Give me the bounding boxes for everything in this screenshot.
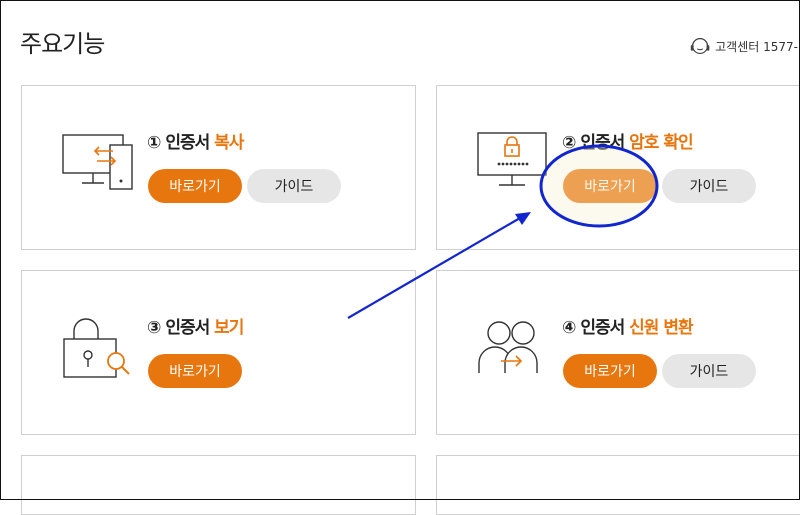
card-title-prefix: 인증서 [575,318,630,338]
customer-support[interactable]: 고객센터 1577- [688,33,798,59]
go-button-copy[interactable]: 바로가기 [148,169,242,203]
go-button-password-check[interactable]: 바로가기 [563,169,657,203]
computer-transfer-icon [62,134,133,190]
card-number: ① [147,133,161,153]
card-number: ② [562,133,576,153]
guide-button-password-check[interactable]: 가이드 [662,169,756,203]
support-label: 고객센터 1577- [715,39,798,54]
lock-search-icon [63,318,130,378]
feature-card-copy: ① 인증서 복사 바로가기 가이드 [21,85,416,250]
headset-icon [690,37,710,55]
guide-button-copy[interactable]: 가이드 [247,169,341,203]
card-title-accent: 복사 [214,133,244,153]
card-number: ③ [147,318,161,338]
feature-card-view: ③ 인증서 보기 바로가기 [21,270,416,435]
card-title-prefix: 인증서 [160,318,215,338]
users-transfer-icon [478,321,538,373]
card-title-accent: 암호 확인 [629,133,693,153]
card-title-prefix: 인증서 [160,133,215,153]
go-button-view[interactable]: 바로가기 [148,354,242,388]
page-title: 주요기능 [20,30,105,58]
card-title-prefix: 인증서 [575,133,630,153]
feature-card-password-check: ② 인증서 암호 확인 바로가기 가이드 [436,85,800,250]
card-title-accent: 신원 변환 [629,318,693,338]
go-button-identity-convert[interactable]: 바로가기 [563,354,657,388]
feature-card-partial-right [436,455,800,515]
card-number: ④ [562,318,576,338]
feature-card-identity-convert: ④ 인증서 신원 변환 바로가기 가이드 [436,270,800,435]
card-title-accent: 보기 [214,318,244,338]
card-title: ④ 인증서 신원 변환 [562,313,694,338]
card-title: ② 인증서 암호 확인 [562,128,694,153]
monitor-lock-icon [477,132,547,186]
guide-button-identity-convert[interactable]: 가이드 [662,354,756,388]
card-title: ③ 인증서 보기 [147,313,244,338]
feature-card-partial-left [21,455,416,515]
card-title: ① 인증서 복사 [147,128,244,153]
